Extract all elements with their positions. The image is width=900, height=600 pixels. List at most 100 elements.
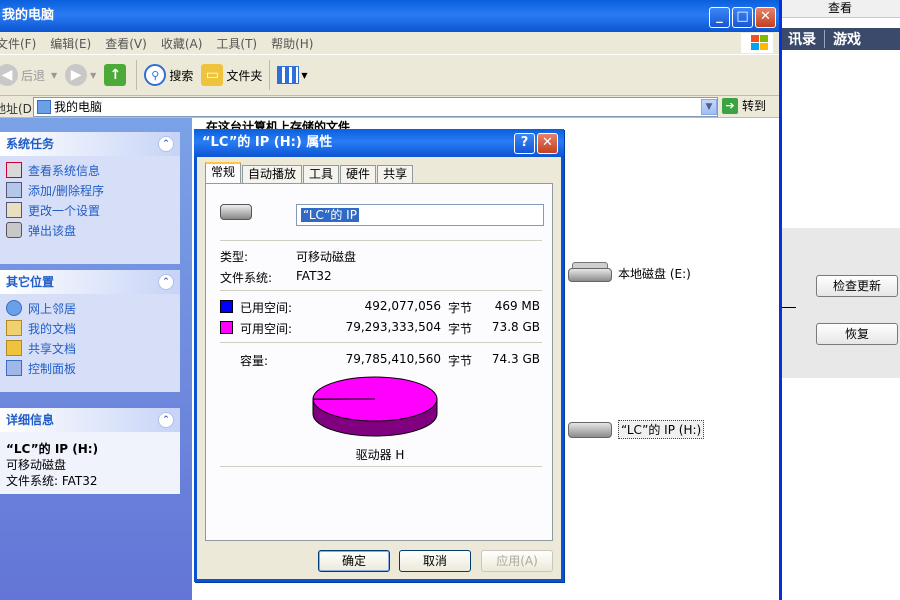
tab-tools[interactable]: 工具 [303, 165, 340, 183]
place-network[interactable]: 网上邻居 [6, 298, 174, 318]
shared-folder-icon [6, 340, 22, 356]
address-input[interactable]: 我的电脑 ▼ [33, 97, 718, 117]
task-add-remove-programs[interactable]: 添加/删除程序 [6, 180, 174, 200]
address-bar: 地址(D) 我的电脑 ▼ ➔ 转到 [0, 96, 779, 118]
up-arrow-icon: ↑ [104, 64, 127, 86]
filesystem-value: FAT32 [296, 269, 332, 283]
filesystem-label: 文件系统: [220, 271, 273, 285]
details-type: 可移动磁盘 [6, 458, 67, 472]
task-view-system-info[interactable]: 查看系统信息 [6, 160, 174, 180]
nav-item-contacts[interactable]: 讯录 [780, 29, 824, 49]
background-app-panel [782, 228, 900, 378]
used-space-bytes: 492,077,056 [364, 299, 441, 313]
disk-usage-pie-chart [312, 376, 438, 437]
back-arrow-icon: ◀ [0, 64, 18, 86]
go-button[interactable]: ➔ 转到 [722, 97, 766, 114]
details-title: 详细信息 [6, 413, 55, 427]
place-my-documents[interactable]: 我的文档 [6, 318, 174, 338]
tab-general[interactable]: 常规 [205, 162, 242, 183]
place-shared-documents[interactable]: 共享文档 [6, 338, 174, 358]
free-space-swatch [220, 321, 233, 334]
removable-drive-icon [566, 416, 614, 442]
back-button[interactable]: ◀ 后退 ▼ [0, 58, 61, 92]
menu-favorites[interactable]: 收藏(A) [161, 35, 203, 52]
drive-removable-h[interactable]: “LC”的 IP (H:) [566, 416, 705, 442]
tab-autoplay[interactable]: 自动播放 [242, 165, 303, 183]
used-space-swatch [220, 300, 233, 313]
type-label: 类型: [220, 250, 249, 264]
task-pane: 系统任务 ⌃ 查看系统信息 添加/删除程序 更改一个设置 弹出该盘 其它位置 ⌃… [0, 118, 192, 600]
task-change-setting[interactable]: 更改一个设置 [6, 200, 174, 220]
menu-bar: 文件(F) 编辑(E) 查看(V) 收藏(A) 工具(T) 帮助(H) [0, 32, 779, 54]
explorer-title: 我的电脑 [2, 8, 55, 23]
dialog-close-button[interactable]: ✕ [537, 133, 558, 154]
go-label: 转到 [742, 99, 767, 113]
volume-name-input[interactable]: “LC”的 IP [296, 204, 544, 226]
maximize-button[interactable]: □ [732, 7, 753, 28]
apply-button[interactable]: 应用(A) [481, 550, 553, 572]
used-space-unit: 字节 [448, 301, 473, 315]
divider [220, 240, 542, 241]
explorer-titlebar[interactable]: 我的电脑 _ □ ✕ [0, 0, 779, 32]
collapse-icon[interactable]: ⌃ [158, 274, 174, 290]
folders-label: 文件夹 [226, 68, 263, 83]
place-label: 共享文档 [28, 341, 77, 356]
free-space-label: 可用空间: [240, 322, 293, 336]
place-control-panel[interactable]: 控制面板 [6, 358, 174, 378]
tab-sharing[interactable]: 共享 [377, 165, 414, 183]
general-tab-page: “LC”的 IP 类型: 可移动磁盘 文件系统: FAT32 已用空间: 492… [205, 183, 553, 541]
back-dropdown-icon: ▼ [51, 70, 58, 80]
details-filesystem: 文件系统: FAT32 [6, 474, 98, 488]
toolbar-separator [136, 60, 138, 90]
folder-icon: ▭ [201, 64, 224, 86]
menu-edit[interactable]: 编辑(E) [50, 35, 91, 52]
system-tasks-header[interactable]: 系统任务 ⌃ [0, 132, 180, 156]
task-eject-disk[interactable]: 弹出该盘 [6, 220, 174, 240]
views-dropdown-icon: ▼ [301, 70, 308, 80]
menu-tools[interactable]: 工具(T) [216, 35, 257, 52]
forward-button[interactable]: ▶ ▼ [61, 58, 100, 92]
capacity-unit: 字节 [448, 354, 473, 368]
nav-item-games[interactable]: 游戏 [825, 29, 869, 49]
divider [220, 466, 542, 467]
views-button[interactable]: ▼ [273, 58, 311, 92]
place-label: 控制面板 [28, 361, 77, 376]
cancel-button[interactable]: 取消 [399, 550, 471, 572]
place-label: 我的文档 [28, 321, 77, 336]
minimize-button[interactable]: _ [709, 7, 730, 28]
ok-button[interactable]: 确定 [318, 550, 390, 572]
menu-file[interactable]: 文件(F) [0, 35, 36, 52]
dialog-titlebar[interactable]: “LC”的 IP (H:) 属性 ? ✕ [194, 129, 564, 157]
place-label: 网上邻居 [28, 301, 77, 316]
background-divider [782, 307, 796, 308]
address-value: 我的电脑 [54, 100, 103, 114]
background-app-top-label[interactable]: 查看 [780, 0, 900, 18]
menu-view[interactable]: 查看(V) [105, 35, 147, 52]
system-tasks-title: 系统任务 [6, 137, 55, 151]
my-computer-icon [37, 100, 51, 114]
folders-button[interactable]: ▭ 文件夹 [197, 58, 266, 92]
restore-button[interactable]: 恢复 [816, 323, 898, 345]
divider [220, 290, 542, 291]
other-places-header[interactable]: 其它位置 ⌃ [0, 270, 180, 294]
collapse-icon[interactable]: ⌃ [158, 136, 174, 152]
forward-arrow-icon: ▶ [65, 64, 88, 86]
check-update-button[interactable]: 检查更新 [816, 275, 898, 297]
views-icon [277, 66, 300, 84]
close-button[interactable]: ✕ [755, 7, 776, 28]
search-button[interactable]: ⚲ 搜索 [140, 58, 197, 92]
capacity-label: 容量: [240, 354, 269, 368]
menu-help[interactable]: 帮助(H) [271, 35, 313, 52]
drive-local-e[interactable]: 本地磁盘 (E:) [566, 260, 691, 286]
used-space-size: 469 MB [494, 299, 540, 313]
drive-label: 本地磁盘 (E:) [618, 266, 691, 281]
up-folder-button[interactable]: ↑ [100, 58, 133, 92]
details-header[interactable]: 详细信息 ⌃ [0, 408, 180, 432]
free-space-bytes: 79,293,333,504 [345, 320, 441, 334]
help-button[interactable]: ? [514, 133, 535, 154]
collapse-icon[interactable]: ⌃ [158, 412, 174, 428]
tab-hardware[interactable]: 硬件 [340, 165, 377, 183]
capacity-size: 74.3 GB [491, 352, 540, 366]
toolbar-separator [269, 60, 271, 90]
address-dropdown-icon[interactable]: ▼ [701, 99, 717, 115]
